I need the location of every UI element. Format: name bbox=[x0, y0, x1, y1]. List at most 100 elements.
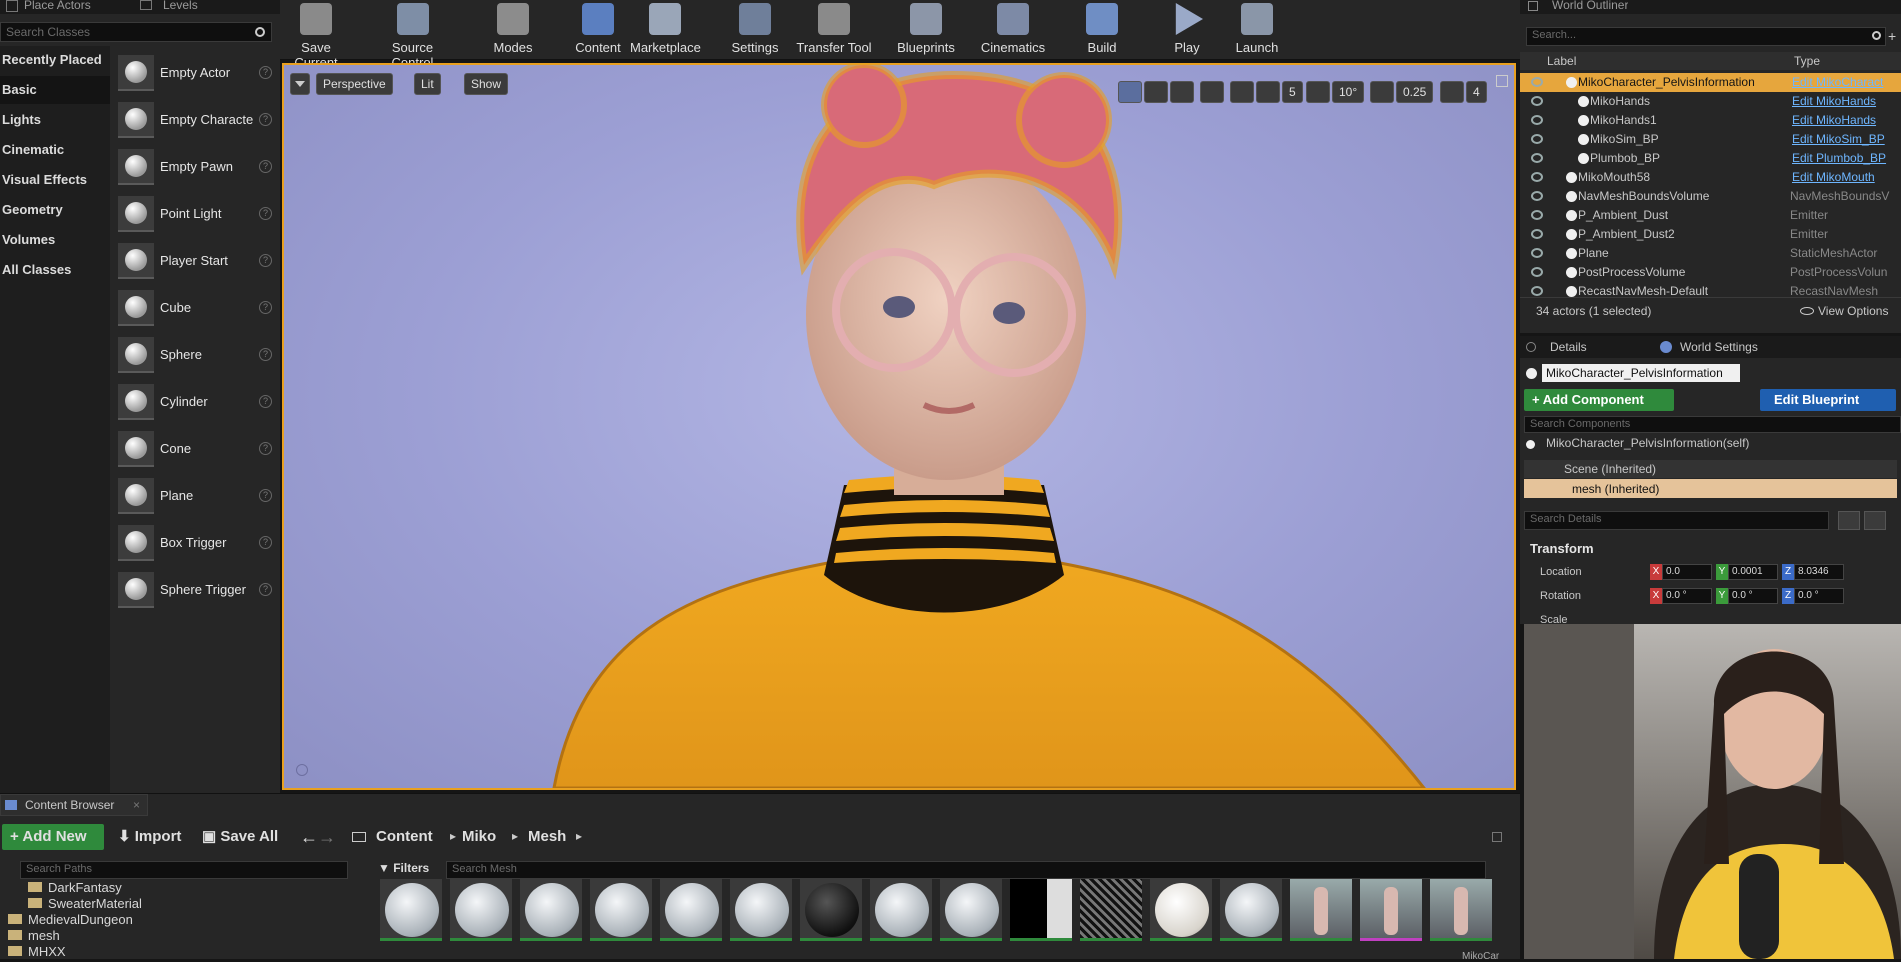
asset-thumbnail[interactable] bbox=[380, 879, 442, 941]
breadcrumb-mesh[interactable]: Mesh bbox=[528, 824, 566, 850]
asset-thumbnail[interactable] bbox=[590, 879, 652, 941]
search-classes-input[interactable]: Search Classes bbox=[0, 22, 272, 42]
eye-icon[interactable] bbox=[1531, 153, 1543, 163]
breadcrumb-content[interactable]: Content bbox=[376, 824, 433, 850]
eye-icon[interactable] bbox=[1531, 134, 1543, 144]
actor-item[interactable]: Empty Pawn? bbox=[118, 145, 276, 189]
search-paths-input[interactable]: Search Paths bbox=[20, 861, 348, 879]
source-control-button[interactable]: Source Control bbox=[370, 0, 455, 70]
outliner-row[interactable]: PostProcessVolume PostProcessVolun bbox=[1520, 263, 1901, 282]
category-recently-placed[interactable]: Recently Placed bbox=[0, 46, 110, 74]
outliner-row[interactable]: MikoHands1 Edit MikoHands bbox=[1520, 111, 1901, 130]
close-icon[interactable]: × bbox=[133, 798, 140, 812]
marketplace-button[interactable]: Marketplace bbox=[630, 0, 701, 58]
import-button[interactable]: ⬇ Import bbox=[118, 824, 181, 850]
actor-item[interactable]: Sphere Trigger? bbox=[118, 568, 276, 612]
outliner-row[interactable]: P_Ambient_Dust2 Emitter bbox=[1520, 225, 1901, 244]
outliner-row[interactable]: Plumbob_BP Edit Plumbob_BP bbox=[1520, 149, 1901, 168]
folder-mesh[interactable]: mesh bbox=[8, 928, 60, 943]
content-browser-tab[interactable]: Content Browser × bbox=[0, 794, 148, 816]
folder-mhxx[interactable]: MHXX bbox=[8, 944, 66, 959]
tab-details[interactable]: Details bbox=[1550, 340, 1587, 354]
location-field[interactable]: 0.0001 bbox=[1728, 564, 1778, 580]
eye-icon[interactable] bbox=[1864, 511, 1886, 530]
outliner-search-input[interactable]: Search... bbox=[1526, 27, 1886, 46]
grid-view-icon[interactable] bbox=[1838, 511, 1860, 530]
location-field[interactable]: 8.0346 bbox=[1794, 564, 1844, 580]
asset-thumbnail[interactable] bbox=[1010, 879, 1072, 941]
transfer-tool-button[interactable]: Transfer Tool bbox=[794, 0, 874, 58]
settings-button[interactable]: Settings bbox=[725, 0, 785, 58]
outliner-row-type[interactable]: Edit Plumbob_BP bbox=[1792, 149, 1886, 168]
actor-item[interactable]: Cone? bbox=[118, 427, 276, 471]
asset-thumbnail[interactable] bbox=[940, 879, 1002, 941]
content-button[interactable]: Content bbox=[573, 0, 623, 58]
tab-world-settings[interactable]: World Settings bbox=[1680, 340, 1758, 354]
eye-icon[interactable] bbox=[1531, 229, 1543, 239]
category-basic[interactable]: Basic bbox=[0, 76, 110, 104]
folder-darkfantasy[interactable]: DarkFantasy bbox=[28, 880, 122, 895]
folder-medievaldungeon[interactable]: MedievalDungeon bbox=[8, 912, 133, 927]
outliner-row-type[interactable]: Edit MikoMouth bbox=[1792, 168, 1875, 187]
lock-icon[interactable] bbox=[1492, 832, 1502, 842]
help-icon[interactable]: ? bbox=[259, 254, 272, 267]
eye-icon[interactable] bbox=[1531, 115, 1543, 125]
outliner-row-type[interactable]: Edit MikoHands bbox=[1792, 92, 1876, 111]
asset-thumbnail[interactable] bbox=[730, 879, 792, 941]
asset-thumbnail[interactable] bbox=[800, 879, 862, 941]
outliner-row[interactable]: RecastNavMesh-Default RecastNavMesh bbox=[1520, 282, 1901, 301]
component-self-row[interactable]: MikoCharacter_PelvisInformation(self) bbox=[1546, 436, 1749, 450]
eye-icon[interactable] bbox=[1531, 210, 1543, 220]
asset-thumbnail[interactable] bbox=[1220, 879, 1282, 941]
eye-icon[interactable] bbox=[1531, 77, 1543, 87]
category-volumes[interactable]: Volumes bbox=[0, 226, 110, 254]
help-icon[interactable]: ? bbox=[259, 348, 272, 361]
add-new-button[interactable]: + Add New bbox=[2, 824, 104, 850]
asset-thumbnail[interactable] bbox=[1360, 879, 1422, 941]
actor-item[interactable]: Empty Actor? bbox=[118, 51, 276, 95]
actor-item[interactable]: Plane? bbox=[118, 474, 276, 518]
help-icon[interactable]: ? bbox=[259, 583, 272, 596]
view-options-button[interactable]: View Options bbox=[1800, 304, 1888, 318]
actor-item[interactable]: Point Light? bbox=[118, 192, 276, 236]
outliner-row[interactable]: NavMeshBoundsVolume NavMeshBoundsV bbox=[1520, 187, 1901, 206]
back-button[interactable]: ← bbox=[300, 824, 318, 850]
asset-thumbnail[interactable] bbox=[1150, 879, 1212, 941]
help-icon[interactable]: ? bbox=[259, 442, 272, 455]
help-icon[interactable]: ? bbox=[259, 395, 272, 408]
actor-item[interactable]: Cylinder? bbox=[118, 380, 276, 424]
location-field[interactable]: 0.0 bbox=[1662, 564, 1712, 580]
category-geometry[interactable]: Geometry bbox=[0, 196, 110, 224]
asset-thumbnail[interactable] bbox=[1430, 879, 1492, 941]
outliner-row[interactable]: MikoSim_BP Edit MikoSim_BP bbox=[1520, 130, 1901, 149]
category-all-classes[interactable]: All Classes bbox=[0, 256, 110, 284]
outliner-row[interactable]: MikoHands Edit MikoHands bbox=[1520, 92, 1901, 111]
actor-item[interactable]: Empty Characte? bbox=[118, 98, 276, 142]
save-all-button[interactable]: ▣ Save All bbox=[202, 824, 278, 850]
category-cinematic[interactable]: Cinematic bbox=[0, 136, 110, 164]
category-lights[interactable]: Lights bbox=[0, 106, 110, 134]
asset-thumbnail[interactable] bbox=[870, 879, 932, 941]
actor-item[interactable]: Cube? bbox=[118, 286, 276, 330]
search-components-input[interactable]: Search Components bbox=[1524, 416, 1901, 433]
category-visual-effects[interactable]: Visual Effects bbox=[0, 166, 110, 194]
outliner-row[interactable]: Plane StaticMeshActor bbox=[1520, 244, 1901, 263]
help-icon[interactable]: ? bbox=[259, 160, 272, 173]
rotation-field[interactable]: 0.0 ° bbox=[1794, 588, 1844, 604]
help-icon[interactable]: ? bbox=[259, 489, 272, 502]
col-label-header[interactable]: Label bbox=[1547, 54, 1576, 68]
cinematics-button[interactable]: Cinematics bbox=[978, 0, 1048, 58]
component-mesh-row[interactable]: mesh (Inherited) bbox=[1524, 479, 1897, 498]
search-details-input[interactable]: Search Details bbox=[1524, 511, 1829, 530]
help-icon[interactable]: ? bbox=[259, 301, 272, 314]
outliner-row-type[interactable]: Edit MikoSim_BP bbox=[1792, 130, 1885, 149]
col-type-header[interactable]: Type bbox=[1794, 54, 1820, 68]
asset-thumbnail[interactable] bbox=[1290, 879, 1352, 941]
outliner-row[interactable]: MikoCharacter_PelvisInformation Edit Miko… bbox=[1520, 73, 1901, 92]
add-component-button[interactable]: + Add Component bbox=[1524, 389, 1674, 411]
outliner-row-type[interactable]: Edit MikoHands bbox=[1792, 111, 1876, 130]
help-icon[interactable]: ? bbox=[259, 207, 272, 220]
level-viewport[interactable]: Perspective Lit Show 5 10° 0.25 4 bbox=[282, 63, 1516, 790]
eye-icon[interactable] bbox=[1531, 96, 1543, 106]
asset-thumbnail[interactable] bbox=[1080, 879, 1142, 941]
